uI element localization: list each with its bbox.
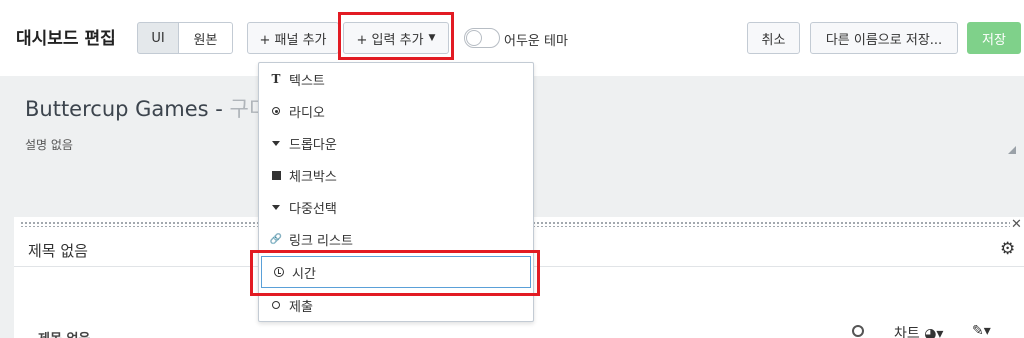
menu-item-label: 드롭다운 <box>289 137 337 153</box>
add-input-highlight <box>338 12 454 60</box>
ui-mode-button[interactable]: UI <box>137 22 179 54</box>
panel-title[interactable]: 제목 없음 <box>28 240 88 261</box>
chart-type-label: 차트 <box>894 326 920 338</box>
close-icon[interactable]: ✕ <box>1011 217 1022 232</box>
source-mode-button[interactable]: 원본 <box>178 22 233 54</box>
more-icon[interactable]: ⋮ <box>1018 321 1024 337</box>
resize-handle-icon[interactable] <box>1008 146 1016 154</box>
toggle-knob <box>466 30 482 46</box>
menu-item-label: 제출 <box>289 299 313 315</box>
menu-item-checkbox[interactable]: 체크박스 <box>259 159 533 191</box>
multiselect-icon <box>271 204 281 210</box>
time-item-highlight <box>250 250 540 296</box>
save-button[interactable]: 저장 <box>967 22 1021 54</box>
menu-item-dropdown[interactable]: 드롭다운 <box>259 127 533 159</box>
gear-icon[interactable]: ⚙ <box>1000 239 1015 259</box>
dark-theme-label: 어두운 테마 <box>504 34 568 49</box>
search-icon <box>271 301 281 309</box>
format-brush-icon[interactable]: ✎▾ <box>972 323 991 338</box>
dropdown-icon <box>271 140 281 146</box>
search-icon[interactable] <box>852 325 864 337</box>
dashboard-title[interactable]: Buttercup Games - 구미 <box>25 93 268 123</box>
menu-item-label: 체크박스 <box>289 169 337 185</box>
checkbox-icon <box>271 170 281 180</box>
dashboard-description[interactable]: 설명 없음 <box>25 136 73 153</box>
link-icon: 🔗 <box>269 233 283 245</box>
menu-item-label: 텍스트 <box>289 73 325 89</box>
dark-theme-toggle[interactable] <box>464 28 500 48</box>
chart-type-button[interactable]: 차트 ◕▾ <box>894 323 943 338</box>
add-panel-button[interactable]: + 패널 추가 <box>247 22 339 54</box>
menu-item-label: 라디오 <box>289 105 325 121</box>
menu-item-label: 링크 리스트 <box>289 233 353 249</box>
menu-item-label: 다중선택 <box>289 201 337 217</box>
visualization-title[interactable]: 제목 없음 <box>38 328 90 338</box>
text-icon: T <box>271 72 281 86</box>
menu-item-text[interactable]: T 텍스트 <box>259 63 533 95</box>
save-as-button[interactable]: 다른 이름으로 저장... <box>810 22 958 54</box>
radio-icon <box>271 107 281 115</box>
menu-item-multiselect[interactable]: 다중선택 <box>259 191 533 223</box>
cancel-button[interactable]: 취소 <box>747 22 800 54</box>
page-title: 대시보드 편집 <box>16 29 116 49</box>
dashboard-title-text: Buttercup Games - <box>25 97 230 121</box>
menu-item-radio[interactable]: 라디오 <box>259 95 533 127</box>
